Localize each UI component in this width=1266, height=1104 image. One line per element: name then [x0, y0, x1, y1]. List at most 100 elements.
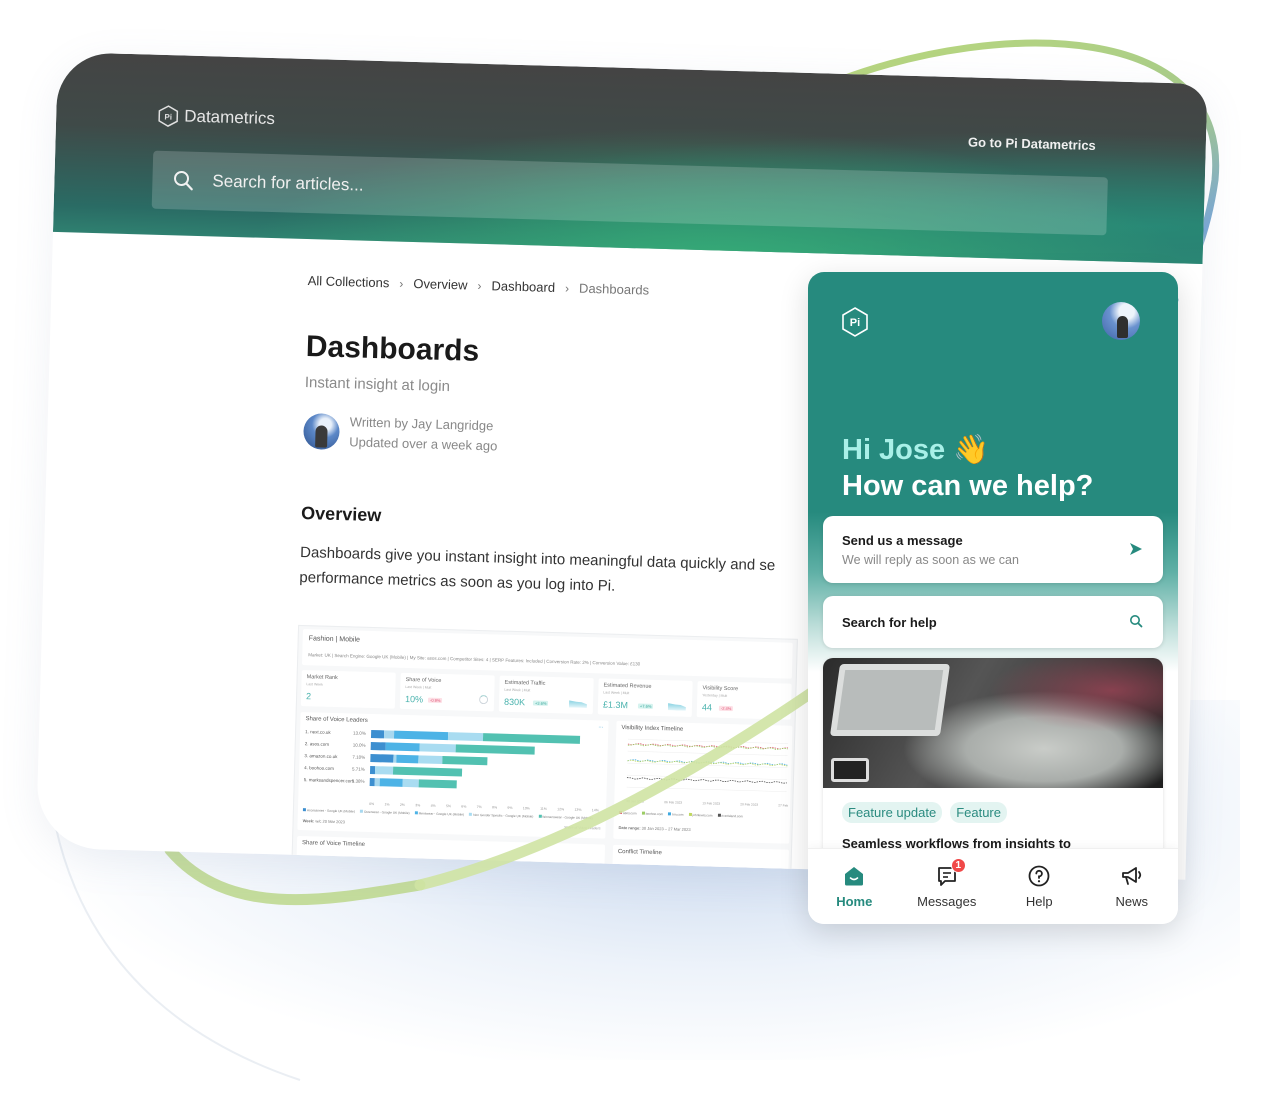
greeting: Hi Jose 👋 How can we help? [842, 432, 1093, 504]
legend-swatch [668, 812, 672, 816]
kpi-label: Visibility Score [702, 685, 739, 693]
send-message-button[interactable]: Send us a message We will reply as soon … [823, 516, 1163, 583]
panel-footer: Date range: 30 Jan 2023 – 27 Mar 2023 [618, 825, 690, 832]
legend-item: boohoo.com [641, 811, 663, 816]
x-tick-label: 1% [384, 802, 390, 807]
kpi-card: Visibility Score Yesterday | Mult 44 -2.4% [696, 681, 792, 720]
legend-swatch [302, 808, 306, 812]
go-to-pi-datametrics-link[interactable]: Go to Pi Datametrics [968, 134, 1096, 153]
nav-news[interactable]: News [1092, 864, 1172, 909]
footer-label: Date range: [618, 824, 641, 831]
legend-item: johnlewis.com [688, 812, 713, 818]
share-of-voice-leaders-panel: Share of Voice Leaders ... 0% 1% 2% 3% 4% 5% 6… [297, 712, 609, 839]
search-for-help-button[interactable]: Search for help [823, 596, 1163, 648]
chart-legend: asos.com boohoo.com hm.com johnlewis.com riv… [618, 810, 743, 819]
bar-segment [417, 755, 443, 765]
article-search-bar[interactable] [151, 150, 1108, 236]
nav-label: Messages [917, 894, 977, 909]
bar-segment [482, 733, 580, 744]
gridline [626, 786, 787, 792]
chevron-right-icon: › [399, 276, 404, 291]
breadcrumb-overview[interactable]: Overview [413, 276, 468, 293]
panel-title: Visibility Index Timeline [621, 724, 684, 733]
legend-label: Menswear - Google UK (Mobile) [418, 811, 465, 817]
x-tick-label: 6% [461, 804, 467, 809]
messenger-bottom-nav: Home 1 Messages Help News [808, 848, 1178, 924]
stacked-bar [369, 765, 463, 777]
x-tick-label: 10% [522, 806, 530, 811]
legend-label: Outerwear - Google UK (Mobile) [363, 809, 410, 816]
brand-logo[interactable]: Pi Datametrics [158, 105, 275, 130]
kpi-change-badge: -0.9% [427, 697, 443, 703]
paragraph-line: performance metrics as soon as you log i… [299, 568, 616, 595]
svg-text:Pi: Pi [164, 112, 172, 121]
legend-label: Accessories - Google UK (Mobile) [306, 808, 355, 814]
pi-hexagon-icon: Pi [842, 307, 868, 337]
messenger-widget: Pi Hi Jose 👋 How can we help? Send us a … [808, 272, 1178, 924]
kpi-period: Last Week | Mult [504, 687, 531, 693]
kpi-period: Last Week [306, 682, 323, 687]
x-tick-label: 12% [557, 807, 565, 812]
x-tick-label: 2% [399, 802, 405, 807]
home-icon [845, 867, 864, 886]
sparkline [668, 702, 686, 710]
bar-segment [370, 730, 385, 739]
nav-help[interactable]: Help [999, 864, 1079, 909]
legend-swatch [469, 812, 473, 816]
article-search-input[interactable] [212, 171, 1013, 214]
nav-home[interactable]: Home [814, 864, 894, 909]
x-tick-label: 14% [591, 808, 599, 813]
series-line [627, 759, 788, 767]
x-tick-label: 9% [507, 805, 513, 810]
stacked-bar [370, 753, 488, 766]
updated-time: Updated over a week ago [349, 434, 498, 454]
article-content: All Collections › Overview › Dashboard ›… [299, 273, 868, 606]
kpi-period: Last Week | Mult [603, 690, 630, 696]
x-tick-label: 27 Feb 2023 [778, 803, 790, 808]
kpi-value: £1.3M [602, 699, 629, 711]
footer-value: w/c 20 Mar 2023 [315, 818, 346, 825]
legend-label: asos.com [622, 811, 637, 816]
series-line [627, 743, 788, 750]
unread-badge: 1 [950, 858, 966, 873]
breadcrumb-all-collections[interactable]: All Collections [308, 273, 390, 290]
stacked-bar [370, 730, 580, 744]
bar-segment [393, 730, 449, 741]
dashboard-screenshot: Fashion | Mobile Market: UK | Search Eng… [291, 624, 798, 879]
panel-title: Share of Voice Leaders [305, 716, 368, 724]
paragraph-line: Dashboards give you instant insight into… [299, 543, 776, 575]
x-tick-label: 7% [476, 804, 482, 810]
legend-label: riverisland.com [721, 813, 743, 819]
dashboard-meta: Market: UK | Search Engine: Google UK (M… [308, 652, 641, 667]
legend-item: Accessories - Google UK (Mobile) [302, 808, 355, 814]
nav-messages[interactable]: 1 Messages [907, 858, 987, 909]
x-tick-label: 11% [540, 806, 547, 811]
legend-item: Womenswear - Google UK (Mobile) [538, 814, 593, 820]
bar-segment [392, 766, 463, 777]
laptop-photo-detail [829, 664, 951, 736]
legend-swatch [688, 812, 692, 816]
kpi-value: 830K [503, 696, 526, 708]
kpi-card: Estimated Revenue Last Week | Mult £1.3M +7… [597, 678, 693, 717]
user-avatar[interactable] [1102, 302, 1140, 340]
kpi-value: 10% [404, 693, 424, 705]
breadcrumb-current: Dashboards [578, 280, 650, 298]
kpi-change-badge: +3.6% [532, 700, 549, 706]
breadcrumb: All Collections › Overview › Dashboard ›… [308, 273, 868, 304]
legend-swatch [641, 811, 645, 815]
breadcrumb-dashboard[interactable]: Dashboard [491, 278, 555, 295]
x-tick-label: 30 Jan 2023 [626, 799, 644, 803]
legend-item: Outerwear - Google UK (Mobile) [359, 809, 410, 816]
kpi-label: Estimated Revenue [603, 682, 652, 690]
legend-label: johnlewis.com [692, 813, 713, 818]
author-avatar [303, 413, 341, 451]
news-card[interactable]: Feature update Feature Seamless workflow… [823, 658, 1163, 858]
panel-footer-right: Share of Voice Leaders [564, 825, 601, 831]
kpi-change-badge: +7.6% [637, 703, 654, 709]
search-icon [174, 170, 193, 191]
x-tick-label: 3% [415, 803, 421, 808]
help-icon [1028, 865, 1050, 887]
kpi-card: Estimated Traffic Last Week | Mult 830K +3.… [498, 675, 594, 715]
search-help-label: Search for help [842, 615, 937, 630]
svg-text:Pi: Pi [850, 317, 860, 329]
